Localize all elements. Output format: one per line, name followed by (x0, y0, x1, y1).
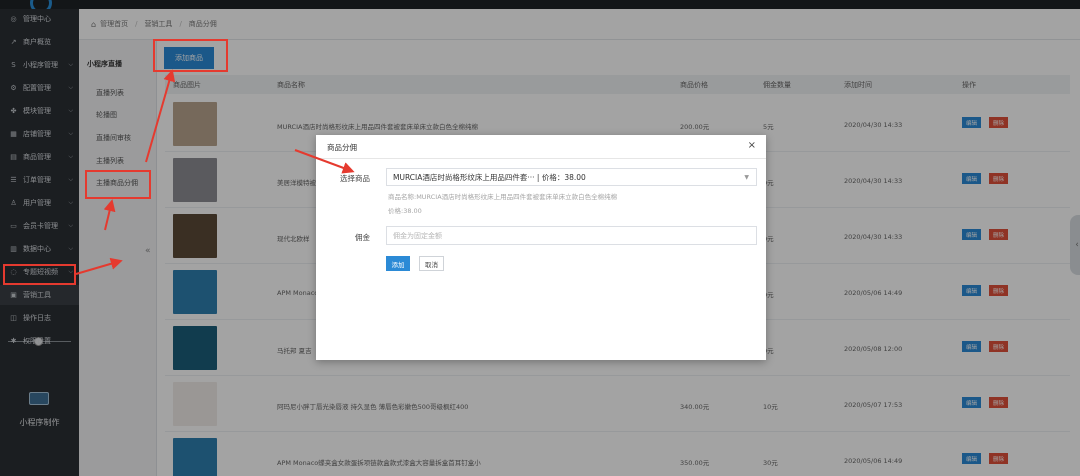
annotation-frame-marketing (3, 264, 76, 285)
cancel-button[interactable]: 取消 (419, 256, 444, 271)
commission-input[interactable] (386, 226, 757, 245)
chevron-down-icon: ▼ (744, 174, 749, 181)
goods-price-hint: 价格:38.00 (388, 207, 422, 215)
annotation-frame-add-button (153, 39, 228, 72)
goods-select[interactable]: MURCIA酒店时尚格形纹床上用品四件套··· | 价格：38.00 ▼ (386, 168, 757, 186)
close-icon[interactable]: × (748, 140, 756, 151)
modal-title: 商品分佣 (327, 143, 357, 152)
goods-name-hint: 商品名称:MURCIA酒店时尚格形纹床上用品四件套被套床单床立款白色全棉纯棉 (388, 193, 618, 201)
annotation-frame-submenu (85, 170, 151, 199)
commission-modal: 商品分佣 × 选择商品 MURCIA酒店时尚格形纹床上用品四件套··· | 价格… (316, 135, 766, 360)
goods-select-value: MURCIA酒店时尚格形纹床上用品四件套··· | 价格：38.00 (393, 172, 586, 182)
commission-label: 佣金 (355, 233, 370, 242)
modal-header: 商品分佣 × (316, 135, 766, 159)
submit-button[interactable]: 添加 (386, 256, 410, 271)
goods-label: 选择商品 (340, 174, 370, 183)
